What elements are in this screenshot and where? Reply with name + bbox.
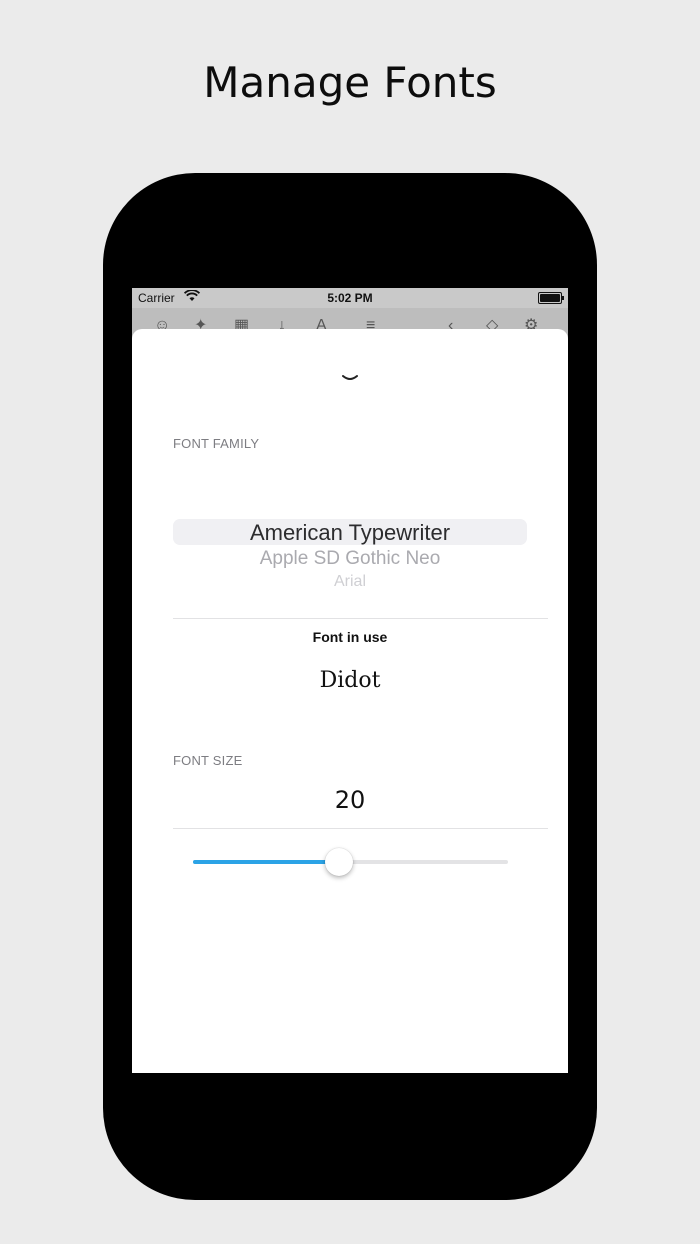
divider xyxy=(173,828,548,829)
font-in-use-label: Font in use xyxy=(312,629,388,645)
font-settings-sheet: FONT FAMILY American Typewriter Apple SD… xyxy=(132,329,568,1073)
status-bar: Carrier 5:02 PM xyxy=(132,288,568,308)
phone-screen: Carrier 5:02 PM ☺ ✦ ▦ ↓ A ≡ ‹ ◇ ⚙ FONT F… xyxy=(132,288,568,1073)
slider-fill xyxy=(193,860,339,864)
picker-item[interactable]: Arial xyxy=(173,573,527,587)
font-size-slider[interactable] xyxy=(193,848,508,878)
font-family-label: FONT FAMILY xyxy=(173,436,260,451)
battery-icon xyxy=(538,292,564,304)
picker-item[interactable]: Apple SD Gothic Neo xyxy=(173,548,527,570)
font-size-label: FONT SIZE xyxy=(173,753,243,768)
font-in-use-value: Didot xyxy=(319,668,381,693)
page-headline: Manage Fonts xyxy=(203,58,497,107)
picker-item-selected[interactable]: American Typewriter xyxy=(173,520,527,546)
font-family-picker[interactable]: American Typewriter Apple SD Gothic Neo … xyxy=(173,519,527,589)
slider-thumb[interactable] xyxy=(325,848,353,876)
divider xyxy=(173,618,548,619)
status-time: 5:02 PM xyxy=(327,291,373,305)
font-size-value: 20 xyxy=(334,786,366,814)
dismiss-chevron-icon[interactable] xyxy=(132,369,568,387)
